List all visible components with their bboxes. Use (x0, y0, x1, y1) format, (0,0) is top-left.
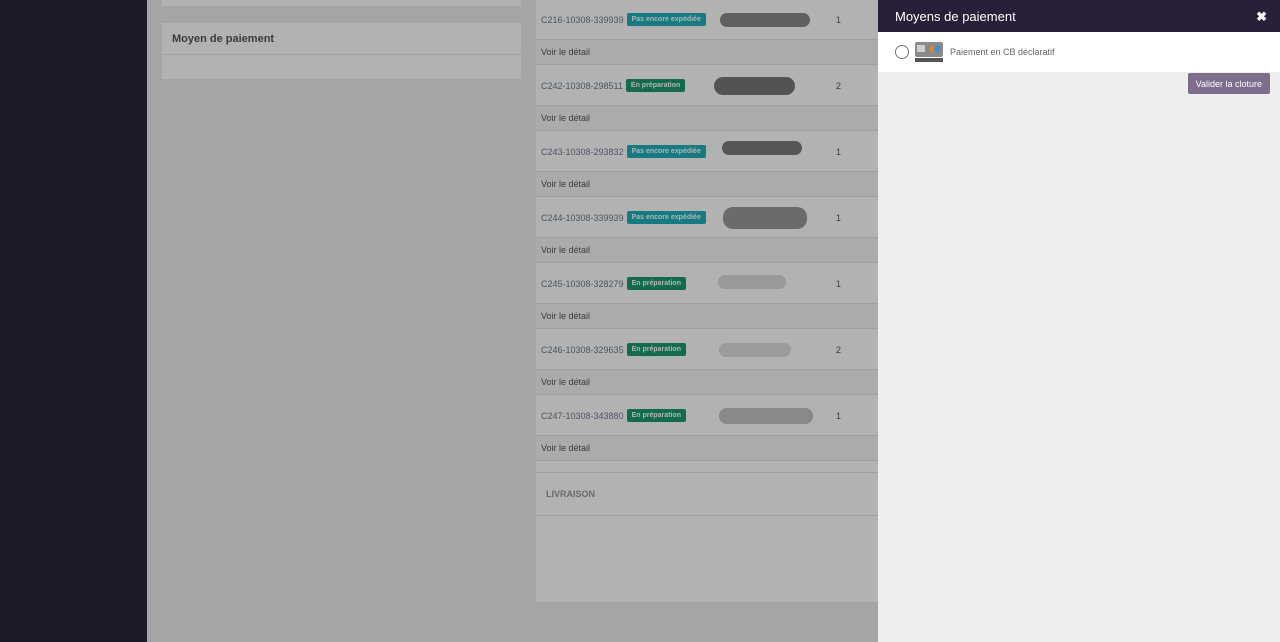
left-navigation (0, 0, 147, 642)
payment-option-cb-declaratif[interactable]: Paiement en CB déclaratif (878, 32, 1280, 72)
panel-title: Moyens de paiement (895, 8, 1016, 24)
validate-closure-button[interactable]: Valider la cloture (1187, 73, 1270, 94)
modal-backdrop[interactable] (147, 0, 878, 642)
credit-card-icon (915, 42, 943, 62)
payment-option-radio[interactable] (895, 45, 909, 59)
close-icon[interactable]: ✖ (1256, 10, 1267, 23)
payment-methods-panel: Moyens de paiement ✖ Paiement en CB décl… (878, 0, 1280, 642)
payment-option-label: Paiement en CB déclaratif (950, 47, 1055, 57)
panel-header: Moyens de paiement ✖ (878, 0, 1280, 32)
